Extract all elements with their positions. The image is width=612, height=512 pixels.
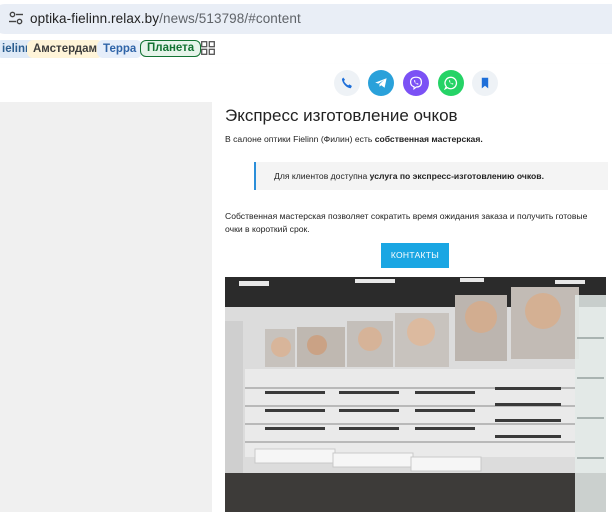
whatsapp-button[interactable] [438,70,464,96]
bookmark-button[interactable] [472,70,498,96]
viber-button[interactable] [403,70,429,96]
apps-grid-icon[interactable] [201,41,215,55]
store-photo [225,277,606,512]
intro-text: В салоне оптики Fielinn (Филин) есть соб… [225,134,483,144]
site-info-icon[interactable] [8,10,24,26]
phone-icon [341,77,352,89]
viber-icon [409,76,423,90]
bookmark-amsterdam[interactable]: Амстердам [27,40,104,58]
store-interior-image [225,277,606,512]
article-paragraph: Собственная мастерская позволяет сократи… [225,211,588,234]
url-path: /news/513798/#content [159,11,301,26]
article: Экспресс изготовление очков В салоне опт… [212,102,612,512]
callout-prefix: Для клиентов доступна [274,171,370,181]
bookmark-planeta[interactable]: Планета [140,40,202,57]
share-bar [0,64,612,102]
phone-button[interactable] [334,70,360,96]
telegram-button[interactable] [368,70,394,96]
url-text[interactable]: optika-fielinn.relax.by/news/513798/#con… [30,11,301,26]
contacts-button[interactable]: КОНТАКТЫ [381,243,449,268]
intro-prefix: В салоне оптики Fielinn (Филин) есть [225,134,375,144]
bookmark-terra[interactable]: Терра [97,40,143,58]
callout-text: Для клиентов доступна услуга по экспресс… [274,171,544,181]
intro-bold: собственная мастерская. [374,134,483,144]
whatsapp-icon [444,76,458,90]
article-title: Экспресс изготовление очков [225,106,458,125]
url-domain: optika-fielinn.relax.by [30,11,160,26]
left-sidebar [0,102,212,512]
address-bar: optika-fielinn.relax.by/news/513798/#con… [0,0,612,38]
telegram-icon [375,78,387,88]
bookmarks-bar: ielinn Амстердам Терра Планета [0,38,612,64]
bookmark-icon [481,77,489,89]
callout-quote: Для клиентов доступна услуга по экспресс… [254,162,608,190]
callout-bold: услуга по экспресс-изготовлению очков. [369,171,544,181]
web-page: Экспресс изготовление очков В салоне опт… [0,64,612,512]
